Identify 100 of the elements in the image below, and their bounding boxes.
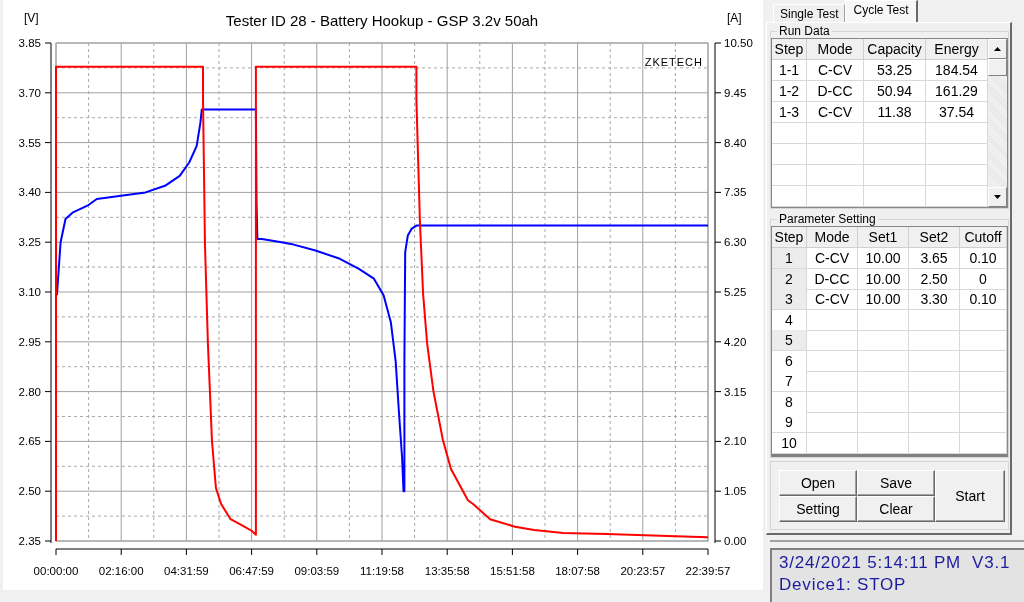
axis-tick-label: 09:03:59 xyxy=(294,565,340,577)
table-cell: 1-3 xyxy=(772,102,807,123)
table-cell: D-CC xyxy=(807,268,858,290)
scrollbar-thumb[interactable] xyxy=(988,59,1007,76)
scrollbar[interactable] xyxy=(988,39,1007,207)
command-button[interactable]: Clear xyxy=(857,496,935,522)
empty-table-cell xyxy=(909,350,960,372)
row-header: 5 xyxy=(772,330,807,351)
table-cell: 0.10 xyxy=(960,248,1007,269)
table-cell: 50.94 xyxy=(864,81,926,102)
table-cell: 10.00 xyxy=(858,248,909,269)
empty-table-cell xyxy=(858,309,909,331)
axis-tick-label: 6.30 xyxy=(724,236,747,249)
axis-tick-label: 22:39:57 xyxy=(685,565,731,577)
empty-table-cell xyxy=(864,123,926,144)
axis-tick-label: 8.40 xyxy=(724,136,747,149)
table-cell: 53.25 xyxy=(864,60,926,81)
empty-table-cell xyxy=(864,144,926,165)
row-header: 1 xyxy=(772,248,807,269)
empty-table-cell xyxy=(858,350,909,372)
axis-tick-label: 3.85 xyxy=(18,37,41,49)
table-cell: 3.65 xyxy=(909,248,960,269)
axis-tick-label: 00:00:00 xyxy=(33,565,79,577)
command-button[interactable]: Save xyxy=(857,470,935,496)
column-header: Capacity xyxy=(864,39,926,60)
axis-tick-label: 5.25 xyxy=(724,286,747,298)
row-header: 3 xyxy=(772,289,807,310)
tab[interactable]: Single Test xyxy=(773,4,846,22)
axis-tick-label: 13:35:58 xyxy=(424,565,470,577)
empty-table-cell xyxy=(909,391,960,413)
axis-tick-label: 1.05 xyxy=(724,485,747,498)
row-header: 10 xyxy=(772,432,807,454)
axis-tick-label: 2.35 xyxy=(18,535,41,547)
status-text: Device1: STOP xyxy=(779,574,908,596)
empty-table-cell xyxy=(909,309,960,331)
axis-tick-label: 04:31:59 xyxy=(164,565,209,577)
scroll-up-button[interactable] xyxy=(988,39,1007,59)
axis-tick-label: 02:16:00 xyxy=(98,565,144,577)
column-header: Energy xyxy=(926,39,988,60)
column-header: Set2 xyxy=(909,227,960,248)
table-cell: C-CV xyxy=(807,102,864,123)
group-title: Run Data xyxy=(778,24,831,38)
status-text: 3/24/2021 5:14:11 PM V3.1 xyxy=(779,552,1012,574)
group-title: Parameter Setting xyxy=(778,212,877,226)
empty-table-cell xyxy=(858,391,909,413)
table-cell: 1-2 xyxy=(772,81,807,102)
axis-tick-label: 11:19:58 xyxy=(360,565,404,577)
axis-tick-label: 20:23:57 xyxy=(620,565,666,577)
empty-table-cell xyxy=(909,371,960,392)
table-cell: 10.00 xyxy=(858,289,909,310)
column-header: Step xyxy=(772,227,807,248)
axis-tick-label: 2.50 xyxy=(18,485,41,498)
axis-tick-label: 9.45 xyxy=(724,86,747,99)
axis-tick-label: 2.80 xyxy=(18,385,41,398)
command-button[interactable]: Open xyxy=(779,470,857,496)
axis-tick-label: 10.50 xyxy=(724,37,753,49)
empty-table-cell xyxy=(807,144,864,165)
axis-tick-label: 3.70 xyxy=(18,86,41,99)
axis-tick-label: 3.40 xyxy=(18,186,41,199)
empty-table-cell xyxy=(909,412,960,433)
axis-tick-label: 2.10 xyxy=(724,435,747,448)
table-cell: 11.38 xyxy=(864,102,926,123)
tab[interactable]: Cycle Test xyxy=(845,0,918,22)
empty-table-cell xyxy=(909,330,960,351)
axis-unit-label: [V] xyxy=(24,11,39,25)
table-cell: 10.00 xyxy=(858,268,909,290)
empty-table-cell xyxy=(864,165,926,186)
empty-table-cell xyxy=(807,123,864,144)
column-header: Mode xyxy=(807,39,864,60)
axis-tick-label: 4.20 xyxy=(724,335,747,348)
axis-unit-label: [A] xyxy=(727,11,742,25)
empty-table-cell xyxy=(858,330,909,351)
axis-tick-label: 2.95 xyxy=(18,335,41,348)
empty-table-cell xyxy=(909,432,960,454)
axis-tick-label: 3.55 xyxy=(18,136,41,149)
axis-tick-label: 3.10 xyxy=(18,286,41,298)
chart-title: Tester ID 28 - Battery Hookup - GSP 3.2v 50ah xyxy=(225,12,539,29)
axis-tick-label: 3.25 xyxy=(18,236,41,249)
empty-table-cell xyxy=(858,432,909,454)
empty-table-cell xyxy=(807,165,864,186)
table-cell: 0 xyxy=(960,268,1007,290)
column-header: Cutoff xyxy=(960,227,1007,248)
axis-tick-label: 15:51:58 xyxy=(490,565,535,577)
table-cell: 2.50 xyxy=(909,268,960,290)
table-cell: C-CV xyxy=(807,289,858,310)
axis-tick-label: 7.35 xyxy=(724,186,747,199)
table-cell: 1-1 xyxy=(772,60,807,81)
scroll-down-button[interactable] xyxy=(988,187,1007,207)
row-header: 9 xyxy=(772,412,807,433)
table-cell: 3.30 xyxy=(909,289,960,310)
command-button[interactable]: Setting xyxy=(779,496,857,522)
axis-tick-label: 18:07:58 xyxy=(555,565,600,577)
row-header: 7 xyxy=(772,371,807,392)
column-header: Set1 xyxy=(858,227,909,248)
axis-tick-label: 3.15 xyxy=(724,385,747,398)
row-header: 2 xyxy=(772,268,807,290)
empty-table-cell xyxy=(858,371,909,392)
command-button[interactable]: Start xyxy=(935,470,1005,522)
column-header: Step xyxy=(772,39,807,60)
table-cell: C-CV xyxy=(807,60,864,81)
